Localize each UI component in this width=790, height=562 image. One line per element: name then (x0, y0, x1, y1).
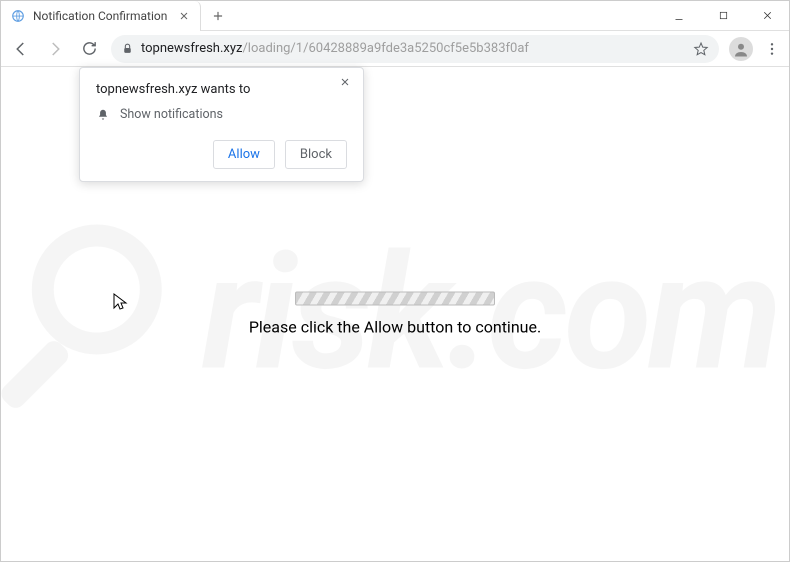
back-button[interactable] (9, 37, 33, 61)
popup-origin: topnewsfresh.xyz wants to (96, 82, 347, 97)
allow-button[interactable]: Allow (213, 140, 275, 169)
forward-button[interactable] (43, 37, 67, 61)
permission-popup: topnewsfresh.xyz wants to Show notificat… (79, 67, 364, 182)
window-controls (657, 1, 789, 31)
close-window-button[interactable] (745, 1, 789, 31)
titlebar: Notification Confirmation (1, 1, 789, 31)
browser-window: Notification Confirmation (0, 0, 790, 562)
reload-button[interactable] (77, 37, 101, 61)
url-host: topnewsfresh.xyz (141, 41, 242, 56)
popup-capability-row: Show notifications (96, 107, 347, 122)
lock-icon (121, 42, 135, 56)
address-bar[interactable]: topnewsfresh.xyz/loading/1/60428889a9fde… (111, 35, 719, 63)
page-center: Please click the Allow button to continu… (1, 292, 789, 337)
popup-close-button[interactable] (339, 76, 353, 90)
minimize-button[interactable] (657, 1, 701, 31)
bookmark-icon[interactable] (693, 41, 709, 57)
progress-bar (295, 292, 495, 306)
tab-title: Notification Confirmation (33, 9, 170, 23)
close-tab-icon[interactable] (178, 10, 190, 22)
browser-tab[interactable]: Notification Confirmation (1, 1, 201, 31)
popup-actions: Allow Block (96, 140, 347, 169)
maximize-button[interactable] (701, 1, 745, 31)
profile-avatar[interactable] (729, 37, 753, 61)
block-button[interactable]: Block (285, 140, 347, 169)
bell-icon (96, 108, 110, 122)
instruction-text: Please click the Allow button to continu… (1, 318, 789, 337)
globe-icon (11, 9, 25, 23)
new-tab-button[interactable] (205, 3, 231, 29)
page-content: risk.com Please click the Allow button t… (1, 67, 789, 561)
toolbar: topnewsfresh.xyz/loading/1/60428889a9fde… (1, 31, 789, 67)
url-text: topnewsfresh.xyz/loading/1/60428889a9fde… (141, 41, 529, 56)
popup-capability: Show notifications (120, 107, 223, 122)
menu-button[interactable] (763, 40, 781, 58)
url-path: /loading/1/60428889a9fde3a5250cf5e5b383f… (242, 41, 529, 56)
